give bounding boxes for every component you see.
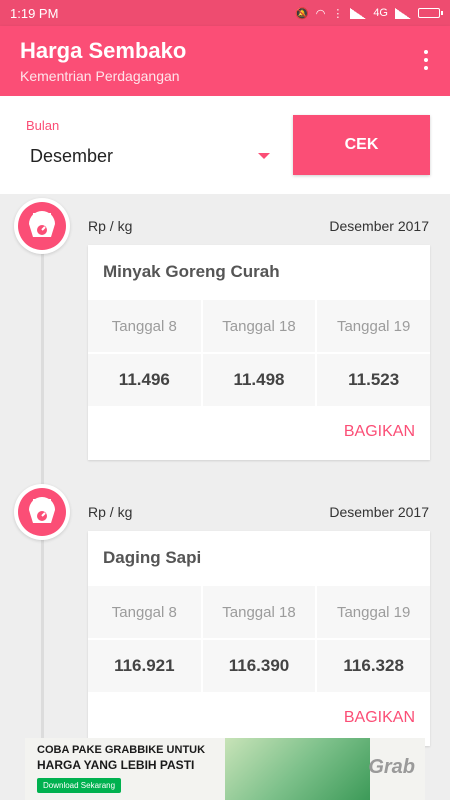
ad-download-button[interactable]: Download Sekarang [37,778,122,793]
date-header: Tanggal 18 [202,300,316,352]
price-grid: Tanggal 8 Tanggal 18 Tanggal 19 116.921 … [88,586,430,692]
price-value: 11.496 [88,354,201,406]
date-header: Tanggal 8 [88,586,201,638]
ad-line-2: HARGA YANG LEBIH PASTI [37,758,195,772]
vibrate-icon: ⋮ [332,7,344,20]
commodity-name: Daging Sapi [103,548,202,567]
month-select[interactable]: Desember [24,140,274,172]
price-value: 116.921 [88,640,201,692]
date-header: Tanggal 19 [317,586,430,638]
ad-banner[interactable]: COBA PAKE GRABBIKE UNTUK HARGA YANG LEBI… [25,738,425,800]
overflow-menu-icon[interactable] [424,50,428,70]
status-time: 1:19 PM [10,5,59,21]
share-button[interactable]: BAGIKAN [344,709,415,727]
app-subtitle: Kementrian Perdagangan [20,68,180,84]
entry-period: Desember 2017 [329,504,429,520]
entry-badge [14,484,70,540]
ad-line-1: COBA PAKE GRABBIKE UNTUK [37,744,206,756]
price-card: Minyak Goreng Curah Tanggal 8 Tanggal 18… [88,245,430,460]
wifi-icon: ◠ [315,7,326,20]
price-grid: Tanggal 8 Tanggal 18 Tanggal 19 11.496 1… [88,300,430,406]
date-header: Tanggal 8 [88,300,201,352]
signal-icon-2 [395,7,411,19]
entry-unit: Rp / kg [88,218,133,234]
entry-badge [14,198,70,254]
entry-unit: Rp / kg [88,504,133,520]
network-type: 4G [373,7,388,19]
scale-icon [29,497,55,523]
entry-period: Desember 2017 [329,218,429,234]
mute-icon: 🔕 [295,7,309,20]
share-button[interactable]: BAGIKAN [344,423,415,441]
price-value: 116.390 [202,640,316,692]
price-value: 11.498 [202,354,316,406]
price-value: 11.523 [317,354,430,406]
signal-icon [350,7,367,19]
commodity-name: Minyak Goreng Curah [103,262,280,281]
scale-icon [29,211,55,237]
date-header: Tanggal 18 [202,586,316,638]
date-header: Tanggal 19 [317,300,430,352]
status-icons: 🔕 ◠ ⋮ 4G [295,7,443,20]
cek-button[interactable]: CEK [293,115,430,175]
app-bar: Harga Sembako Kementrian Perdagangan [0,26,450,96]
price-value: 116.328 [317,640,430,692]
status-bar: 1:19 PM 🔕 ◠ ⋮ 4G [0,0,450,26]
month-filter: Bulan Desember CEK [0,96,450,194]
battery-icon [418,8,443,18]
price-card: Daging Sapi Tanggal 8 Tanggal 18 Tanggal… [88,531,430,746]
ad-brand-logo: Grab [368,756,415,778]
month-select-value: Desember [30,146,114,166]
ad-image [225,738,370,800]
card-footer: BAGIKAN [88,406,430,460]
app-title: Harga Sembako [20,38,187,63]
dropdown-arrow-icon [258,153,270,159]
month-label: Bulan [26,118,60,133]
